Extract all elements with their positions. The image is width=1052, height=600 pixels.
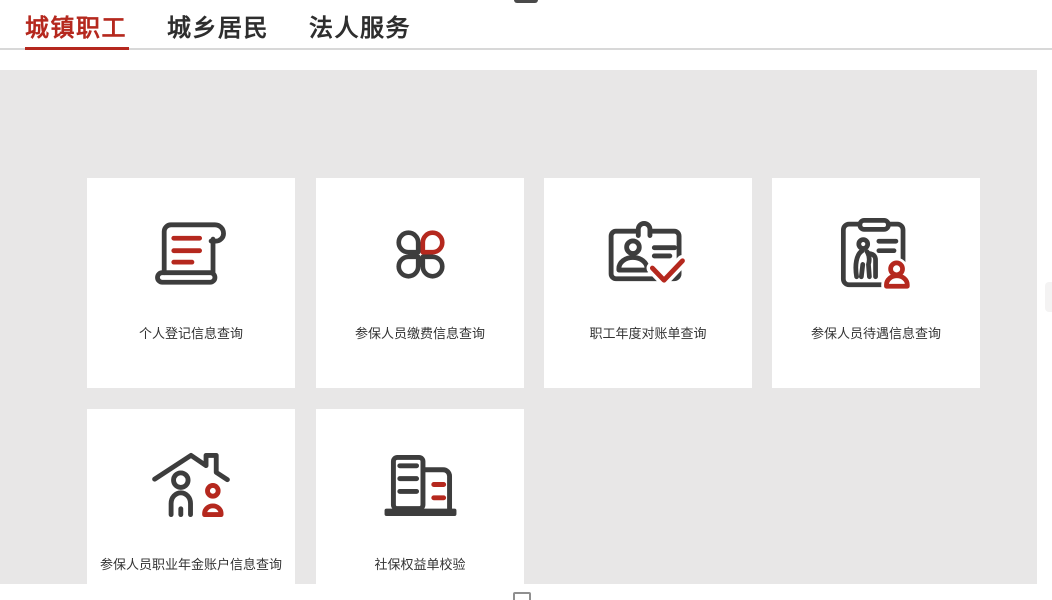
card-label: 职工年度对账单查询 (589, 323, 706, 342)
tab-divider-line (0, 48, 1052, 50)
active-tab-underline (25, 47, 129, 51)
card-personal-registration-query[interactable]: 个人登记信息查询 (87, 178, 295, 388)
card-label: 社保权益单校验 (374, 554, 465, 573)
id-card-check-icon (608, 217, 688, 291)
clipboard-elderly-icon (840, 217, 913, 291)
tab-urban-employees[interactable]: 城镇职工 (25, 14, 127, 44)
card-social-security-statement-verify[interactable]: 社保权益单校验 (316, 409, 524, 600)
tab-bar: 城镇职工 城乡居民 法人服务 (25, 14, 411, 44)
services-panel: 个人登记信息查询 参保人员缴费信息查询 (0, 70, 1037, 584)
card-label: 个人登记信息查询 (139, 323, 243, 342)
card-insured-payment-info-query[interactable]: 参保人员缴费信息查询 (316, 178, 524, 388)
card-label: 参保人员缴费信息查询 (355, 323, 485, 342)
clover-petals-icon (389, 217, 452, 291)
tab-legal-person-services[interactable]: 法人服务 (309, 14, 411, 44)
top-edge-partial-widget (514, 0, 538, 3)
buildings-icon (383, 448, 458, 522)
card-annual-statement-query[interactable]: 职工年度对账单查询 (544, 178, 752, 388)
card-label: 参保人员职业年金账户信息查询 (100, 554, 282, 573)
tab-urban-rural-residents[interactable]: 城乡居民 (167, 14, 269, 44)
scroll-document-icon (154, 217, 228, 291)
services-page: 城镇职工 城乡居民 法人服务 个人登记信息查询 (0, 0, 1052, 600)
card-label: 参保人员待遇信息查询 (811, 323, 941, 342)
bottom-edge-partial-widget[interactable] (513, 592, 531, 600)
card-insured-benefits-info-query[interactable]: 参保人员待遇信息查询 (772, 178, 980, 388)
house-family-icon (152, 448, 230, 522)
card-occupational-annuity-account-query[interactable]: 参保人员职业年金账户信息查询 (87, 409, 295, 600)
right-edge-partial-widget (1045, 282, 1052, 312)
